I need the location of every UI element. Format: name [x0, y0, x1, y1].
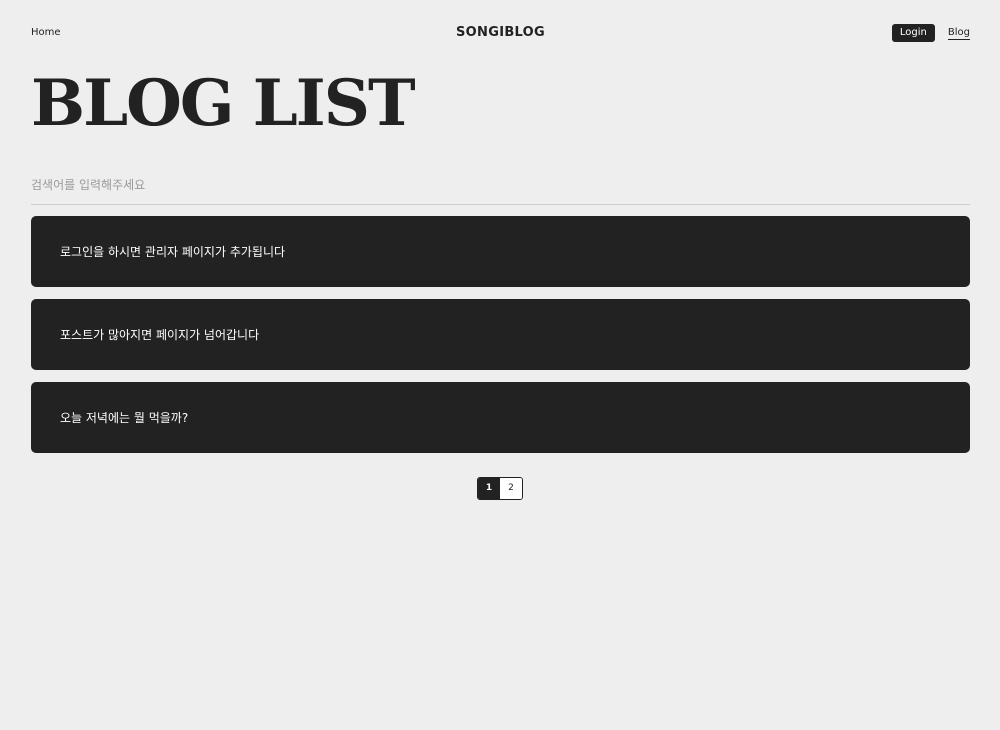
post-item[interactable]: 오늘 저녁에는 뭘 먹을까?	[31, 382, 970, 453]
blog-link[interactable]: Blog	[947, 26, 970, 40]
pagination: 1 2	[477, 477, 523, 500]
search-input[interactable]	[31, 170, 970, 200]
post-title: 로그인을 하시면 관리자 페이지가 추가됩니다	[60, 245, 286, 259]
post-title: 오늘 저녁에는 뭘 먹을까?	[60, 411, 189, 425]
nav-right-group: Login Blog	[891, 24, 970, 42]
home-link[interactable]: Home	[31, 27, 61, 38]
page-title: BLOG LIST	[31, 66, 416, 141]
search-bar	[31, 170, 970, 205]
page-button-1[interactable]: 1	[478, 478, 500, 499]
top-navigation: Home SONGIBLOG Login Blog	[31, 24, 970, 44]
post-item[interactable]: 로그인을 하시면 관리자 페이지가 추가됩니다	[31, 216, 970, 287]
post-list: 로그인을 하시면 관리자 페이지가 추가됩니다 포스트가 많아지면 페이지가 넘…	[31, 216, 970, 465]
page-button-2[interactable]: 2	[500, 478, 522, 499]
post-title: 포스트가 많아지면 페이지가 넘어갑니다	[60, 328, 260, 342]
brand-logo[interactable]: SONGIBLOG	[456, 25, 545, 40]
post-item[interactable]: 포스트가 많아지면 페이지가 넘어갑니다	[31, 299, 970, 370]
login-button[interactable]: Login	[891, 24, 935, 42]
